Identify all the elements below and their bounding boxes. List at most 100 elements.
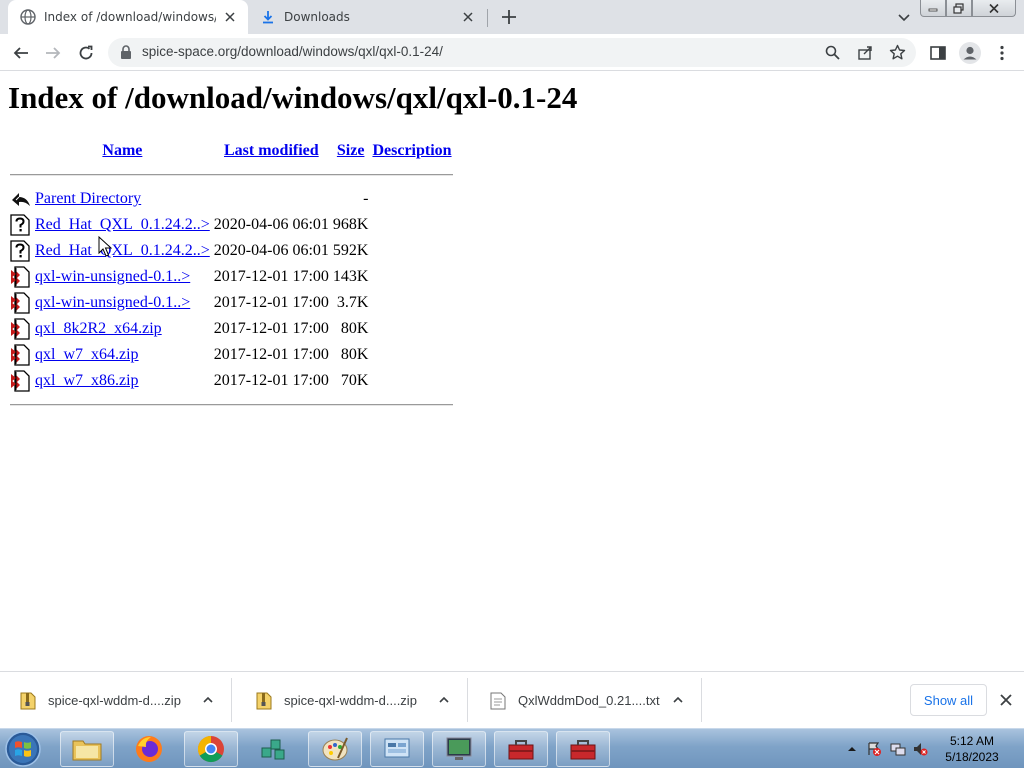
taskbar-clock[interactable]: 5:12 AM 5/18/2023	[926, 733, 1018, 765]
download-separator	[231, 678, 232, 722]
tab-downloads[interactable]: Downloads	[250, 0, 486, 34]
close-tab-icon[interactable]	[460, 9, 476, 25]
name-cell: qxl-win-unsigned-0.1..>	[34, 290, 211, 316]
file-link[interactable]: qxl_8k2R2_x64.zip	[35, 320, 162, 337]
sort-by-modified-link[interactable]: Last modified	[224, 142, 319, 159]
table-row: qxl_w7_x86.zip 2017-12-01 17:00 70K	[10, 368, 453, 394]
compressed-file-icon	[11, 266, 30, 288]
page-title: Index of /download/windows/qxl/qxl-0.1-2…	[8, 80, 578, 115]
file-link[interactable]: qxl_w7_x86.zip	[35, 372, 139, 389]
name-cell: Red_Hat_QXL_0.1.24.2..>	[34, 238, 211, 264]
tab-index-of-qxl[interactable]: Index of /download/windows/qx	[8, 0, 248, 34]
network-icon[interactable]	[890, 741, 906, 757]
sort-by-name-link[interactable]: Name	[102, 142, 142, 159]
parent-directory-link[interactable]: Parent Directory	[35, 190, 141, 207]
description-cell	[371, 212, 452, 238]
chevron-down-icon[interactable]	[896, 9, 912, 25]
download-shelf: spice-qxl-wddm-d....zip spice-qxl-wddm-d…	[0, 671, 1024, 728]
size-column-header: Size	[332, 138, 370, 164]
download-separator	[701, 678, 702, 722]
forward-arrow-icon[interactable]	[44, 44, 62, 62]
chevron-up-icon[interactable]	[438, 694, 450, 706]
network-cubes-icon	[261, 739, 285, 760]
sort-by-description-link[interactable]: Description	[372, 142, 451, 159]
download-filename: spice-qxl-wddm-d....zip	[284, 693, 417, 708]
url-text[interactable]: spice-space.org/download/windows/qxl/qxl…	[142, 44, 443, 59]
modified-cell: 2017-12-01 17:00	[213, 320, 329, 337]
file-link[interactable]: qxl-win-unsigned-0.1..>	[35, 294, 190, 311]
start-button[interactable]	[4, 730, 42, 768]
sort-by-size-link[interactable]: Size	[337, 142, 365, 159]
file-link[interactable]: Red_Hat_QXL_0.1.24.2..>	[35, 242, 210, 259]
taskbar-firefox[interactable]	[122, 731, 176, 767]
modified-column-header: Last modified	[213, 138, 330, 164]
description-cell	[371, 290, 452, 316]
taskbar-paint[interactable]	[308, 731, 362, 767]
divider-row	[10, 164, 453, 186]
file-link[interactable]: Red_Hat_QXL_0.1.24.2..>	[35, 216, 210, 233]
name-cell: qxl_8k2R2_x64.zip	[34, 316, 211, 342]
zip-file-icon	[20, 692, 36, 710]
minimize-icon	[928, 8, 938, 12]
taskbar-toolbox-1[interactable]	[494, 731, 548, 767]
download-item[interactable]: QxlWddmDod_0.21....txt	[470, 678, 702, 722]
minimize-button[interactable]	[920, 0, 946, 17]
divider	[10, 174, 453, 176]
table-row: qxl_w7_x64.zip 2017-12-01 17:00 80K	[10, 342, 453, 368]
taskbar: 5:12 AM 5/18/2023	[0, 728, 1024, 768]
size-cell: 3.7K	[336, 294, 369, 311]
show-all-button[interactable]: Show all	[910, 684, 987, 716]
taskbar-chrome[interactable]	[184, 731, 238, 767]
menu-kebab-icon[interactable]	[993, 44, 1011, 62]
chevron-up-icon[interactable]	[202, 694, 214, 706]
restore-button[interactable]	[946, 0, 972, 17]
name-cell: qxl_w7_x86.zip	[34, 368, 211, 394]
monitor-icon	[446, 737, 472, 760]
share-icon[interactable]	[857, 44, 874, 61]
address-bar[interactable]: spice-space.org/download/windows/qxl/qxl…	[108, 38, 916, 67]
size-cell: 592K	[332, 242, 369, 259]
name-cell: qxl-win-unsigned-0.1..>	[34, 264, 211, 290]
taskbar-toolbox-2[interactable]	[556, 731, 610, 767]
close-icon	[989, 3, 999, 13]
taskbar-explorer[interactable]	[60, 731, 114, 767]
bookmark-star-icon[interactable]	[889, 44, 906, 61]
paint-palette-icon	[322, 737, 348, 761]
chrome-icon	[197, 735, 224, 763]
close-tab-icon[interactable]	[222, 9, 238, 25]
download-icon	[263, 11, 273, 24]
table-row: qxl_8k2R2_x64.zip 2017-12-01 17:00 80K	[10, 316, 453, 342]
file-link[interactable]: qxl_w7_x64.zip	[35, 346, 139, 363]
download-item[interactable]: spice-qxl-wddm-d....zip	[236, 678, 468, 722]
chevron-up-icon[interactable]	[672, 694, 684, 706]
folder-icon	[72, 740, 102, 761]
taskbar-display-app[interactable]	[432, 731, 486, 767]
new-tab-icon[interactable]	[499, 7, 519, 27]
back-arrow-icon[interactable]	[12, 44, 30, 62]
zoom-icon[interactable]	[824, 44, 841, 61]
globe-icon	[20, 9, 36, 25]
description-column-header: Description	[371, 138, 452, 164]
name-column-header: Name	[34, 138, 211, 164]
table-row: Parent Directory -	[10, 186, 453, 212]
taskbar-control-panel[interactable]	[370, 731, 424, 767]
file-link[interactable]: qxl-win-unsigned-0.1..>	[35, 268, 190, 285]
text-file-icon	[490, 692, 506, 710]
description-cell	[371, 238, 452, 264]
compressed-file-icon	[11, 344, 30, 366]
close-icon[interactable]	[998, 692, 1014, 708]
modified-cell: 2017-12-01 17:00	[213, 294, 329, 311]
description-cell	[371, 368, 452, 394]
action-center-icon[interactable]	[866, 741, 882, 757]
lock-icon[interactable]	[120, 45, 132, 59]
size-cell: 968K	[332, 216, 369, 233]
reload-icon[interactable]	[77, 44, 95, 62]
close-window-button[interactable]	[972, 0, 1016, 17]
taskbar-network-app[interactable]	[246, 731, 300, 767]
profile-avatar-icon[interactable]	[958, 41, 982, 65]
toolbox-icon	[570, 740, 596, 760]
download-item[interactable]: spice-qxl-wddm-d....zip	[0, 678, 232, 722]
show-hidden-icons-icon[interactable]	[844, 741, 860, 757]
side-panel-icon[interactable]	[929, 44, 947, 62]
tab-strip: Index of /download/windows/qx Downloads	[0, 0, 1024, 34]
